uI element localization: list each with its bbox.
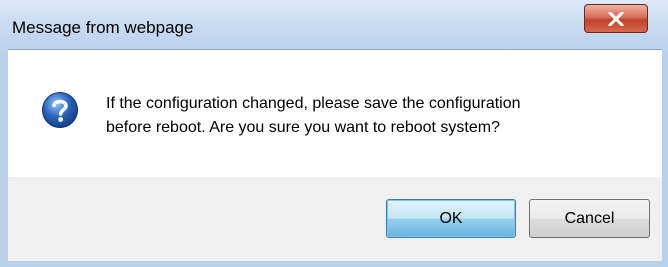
title-bar[interactable]: Message from webpage xyxy=(0,0,668,56)
close-icon xyxy=(608,11,624,26)
button-bar: OK Cancel xyxy=(8,177,662,261)
dialog-message: If the configuration changed, please sav… xyxy=(106,92,626,140)
dialog-body: If the configuration changed, please sav… xyxy=(8,49,662,177)
message-line-1: If the configuration changed, please sav… xyxy=(106,95,521,112)
dialog-title: Message from webpage xyxy=(12,18,194,37)
close-button[interactable] xyxy=(584,4,648,33)
message-line-2: before reboot. Are you sure you want to … xyxy=(106,119,500,136)
question-icon xyxy=(42,92,78,128)
ok-button[interactable]: OK xyxy=(386,199,516,238)
message-dialog: Message from webpage If the configuratio… xyxy=(0,0,668,267)
cancel-button[interactable]: Cancel xyxy=(529,199,650,238)
